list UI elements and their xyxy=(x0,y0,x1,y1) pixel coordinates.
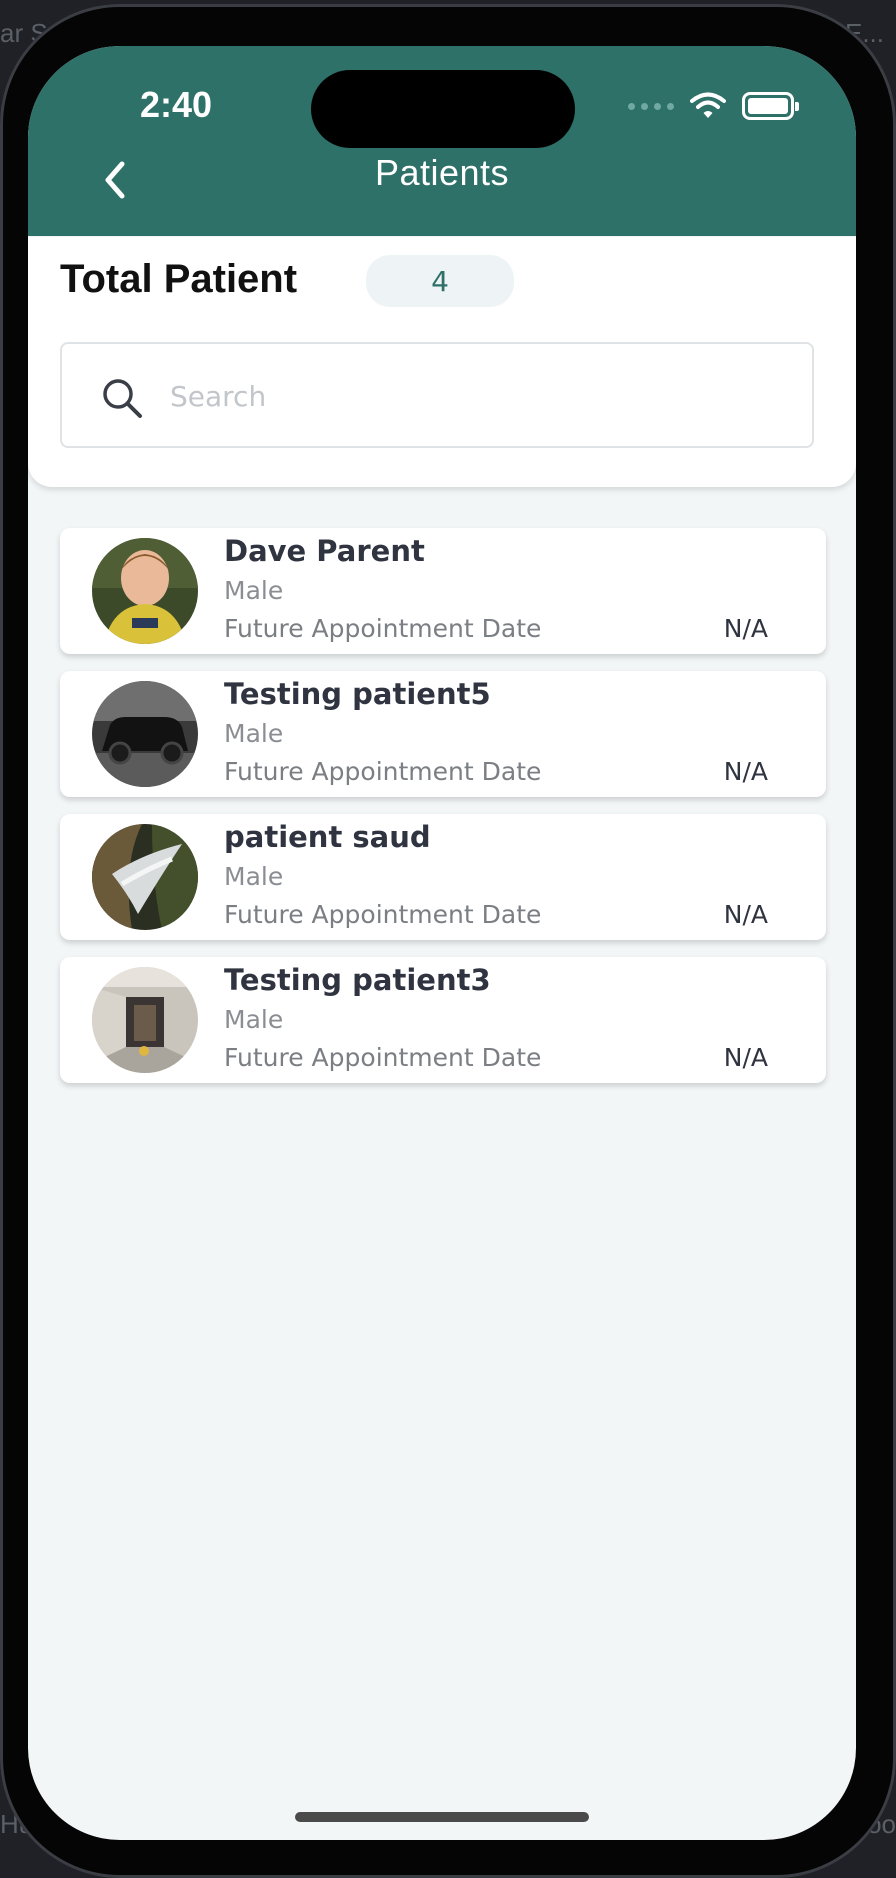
appointment-label: Future Appointment Date xyxy=(224,757,542,786)
appointment-value: N/A xyxy=(723,1043,768,1072)
total-patient-count-badge: 4 xyxy=(366,255,514,307)
patient-avatar xyxy=(92,824,198,930)
page-title: Patients xyxy=(374,152,510,193)
search-icon xyxy=(103,379,142,418)
appointment-label: Future Appointment Date xyxy=(224,614,542,643)
dynamic-island xyxy=(311,70,575,148)
patient-name: Testing patient3 xyxy=(224,963,491,997)
total-patient-label: Total Patient xyxy=(60,257,298,301)
patient-name: patient saud xyxy=(224,820,431,854)
appointment-label: Future Appointment Date xyxy=(224,900,542,929)
search-input[interactable] xyxy=(168,372,772,420)
patient-gender: Male xyxy=(224,719,284,748)
appointment-value: N/A xyxy=(723,614,768,643)
appointment-value: N/A xyxy=(723,900,768,929)
wifi-icon xyxy=(690,92,726,118)
patient-gender: Male xyxy=(224,1005,284,1034)
status-icons xyxy=(628,92,799,120)
appointment-value: N/A xyxy=(723,757,768,786)
patient-name: Testing patient5 xyxy=(224,677,491,711)
patient-card[interactable]: Testing patient3 Male Future Appointment… xyxy=(60,957,826,1083)
status-time: 2:40 xyxy=(140,84,213,125)
home-indicator[interactable] xyxy=(295,1812,589,1822)
patient-card[interactable]: patient saud Male Future Appointment Dat… xyxy=(60,814,826,940)
phone-frame: 2:40 Patients Total Patient 4 Search Dav… xyxy=(0,4,896,1878)
app-header: 2:40 Patients xyxy=(28,46,856,236)
patient-avatar xyxy=(92,967,198,1073)
patient-name: Dave Parent xyxy=(224,534,425,568)
patient-avatar xyxy=(92,681,198,787)
patient-card[interactable]: Testing patient5 Male Future Appointment… xyxy=(60,671,826,797)
summary-card: Total Patient 4 xyxy=(28,237,856,487)
search-box[interactable] xyxy=(60,342,814,448)
patient-gender: Male xyxy=(224,576,284,605)
patient-gender: Male xyxy=(224,862,284,891)
app-screen: 2:40 Patients Total Patient 4 Search Dav… xyxy=(28,46,856,1840)
battery-icon xyxy=(742,92,799,120)
appointment-label: Future Appointment Date xyxy=(224,1043,542,1072)
signal-dots-icon xyxy=(628,102,674,110)
patient-avatar xyxy=(92,538,198,644)
patient-card[interactable]: Dave Parent Male Future Appointment Date… xyxy=(60,528,826,654)
